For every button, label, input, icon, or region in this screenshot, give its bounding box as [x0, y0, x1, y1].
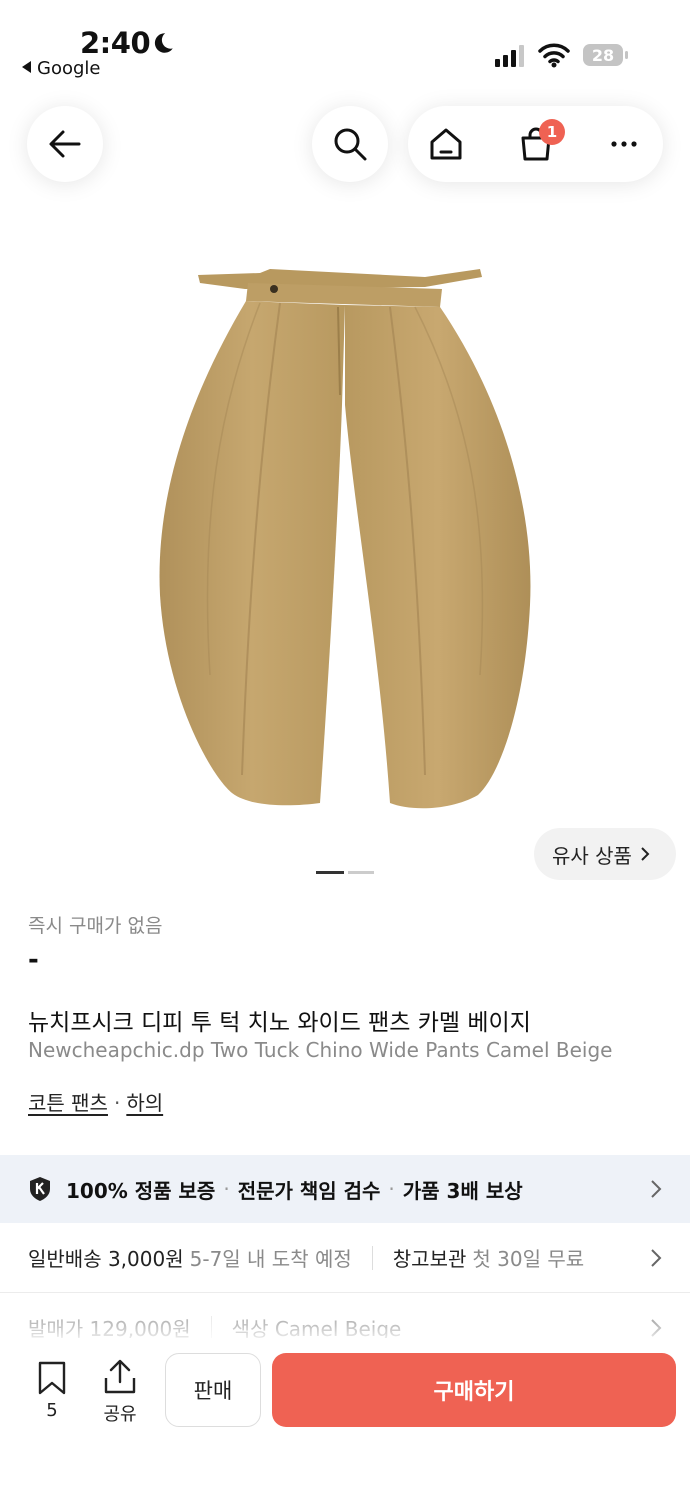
back-triangle-icon — [22, 61, 31, 73]
cart-count-badge: 1 — [539, 119, 565, 145]
shipping-row[interactable]: 일반배송 3,000원 5-7일 내 도착 예정 창고보관 첫 30일 무료 — [0, 1223, 690, 1293]
authenticity-guarantee-banner[interactable]: 100% 정품 보증 · 전문가 책임 검수 · 가품 3배 보상 — [0, 1155, 690, 1223]
guarantee-separator: · — [388, 1177, 395, 1201]
guarantee-item-authentic: 100% 정품 보증 — [66, 1178, 216, 1203]
cellular-signal-icon — [495, 45, 524, 67]
home-icon — [430, 128, 462, 160]
more-dots-icon — [611, 141, 637, 147]
moon-icon — [154, 33, 173, 53]
home-button[interactable] — [408, 106, 484, 182]
guarantee-separator: · — [223, 1177, 230, 1201]
share-button[interactable] — [98, 1358, 142, 1400]
bookmark-button[interactable] — [30, 1360, 74, 1400]
cart-button[interactable] — [498, 106, 574, 182]
share-icon — [104, 1359, 136, 1394]
back-button[interactable] — [27, 106, 103, 182]
shipping-eta: 5-7일 내 도착 예정 — [189, 1247, 352, 1271]
instant-buy-status: 즉시 구매가 없음 — [28, 915, 163, 937]
category-link-bottoms[interactable]: 하의 — [126, 1091, 163, 1115]
back-app-label: Google — [37, 58, 101, 79]
wifi-icon — [538, 43, 570, 68]
search-icon — [334, 128, 367, 161]
guarantee-item-inspection: 전문가 책임 검수 — [237, 1178, 381, 1203]
category-link-cotton-pants[interactable]: 코튼 팬츠 — [28, 1091, 108, 1115]
arrow-left-icon — [49, 130, 81, 158]
chevron-right-icon — [641, 847, 650, 861]
back-to-app-link[interactable]: Google — [22, 58, 100, 79]
divider — [210, 1315, 212, 1340]
share-label: 공유 — [103, 1404, 137, 1425]
chevron-right-icon — [651, 1249, 662, 1267]
sell-button[interactable]: 판매 — [165, 1353, 261, 1427]
product-title-english: Newcheapchic.dp Two Tuck Chino Wide Pant… — [28, 1038, 613, 1062]
nav-pill — [408, 106, 663, 182]
warehouse-storage-label: 창고보관 — [392, 1247, 467, 1271]
battery-level: 28 — [592, 46, 614, 65]
category-breadcrumb: 코튼 팬츠 · 하의 — [28, 1087, 163, 1116]
pagination-dot — [348, 871, 374, 874]
buy-button[interactable]: 구매하기 — [272, 1353, 676, 1427]
similar-products-label: 유사 상품 — [552, 843, 632, 868]
more-button[interactable] — [586, 106, 662, 182]
chevron-right-icon — [651, 1180, 662, 1198]
shield-icon — [30, 1177, 50, 1201]
bookmark-icon — [38, 1361, 66, 1395]
similar-products-button[interactable]: 유사 상품 — [534, 828, 676, 880]
warehouse-storage-note: 첫 30일 무료 — [472, 1247, 585, 1271]
divider — [371, 1245, 373, 1270]
pagination-dot-active — [316, 871, 344, 874]
category-separator: · — [113, 1091, 121, 1115]
search-button[interactable] — [312, 106, 388, 182]
guarantee-item-compensation: 가품 3배 보상 — [402, 1178, 523, 1203]
product-title-korean: 뉴치프시크 디피 투 턱 치노 와이드 팬츠 카멜 베이지 — [28, 1010, 531, 1036]
shipping-fee: 일반배송 3,000원 — [28, 1247, 184, 1271]
price: - — [28, 945, 39, 975]
battery-icon: 28 — [583, 44, 628, 66]
status-time: 2:40 — [80, 26, 151, 60]
bookmark-count: 5 — [46, 1400, 58, 1421]
product-image[interactable] — [150, 255, 540, 830]
chevron-right-icon — [651, 1319, 662, 1337]
